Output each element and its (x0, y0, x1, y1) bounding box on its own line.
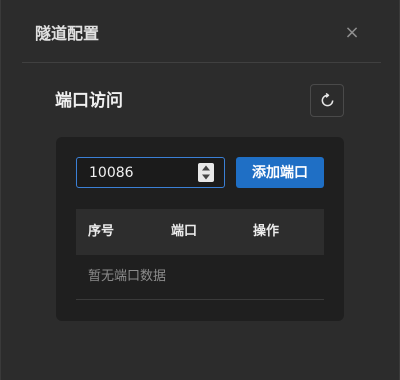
port-panel: 添加端口 序号 端口 操作 暂无端口数据 (56, 137, 344, 321)
port-stepper[interactable] (198, 163, 214, 182)
add-port-button[interactable]: 添加端口 (236, 157, 324, 188)
refresh-icon (321, 93, 334, 107)
tunnel-config-dialog: 隧道配置 × 端口访问 添加端口 序号 端口 操 (0, 0, 400, 380)
table-header: 序号 端口 操作 (76, 209, 324, 255)
dialog-title: 隧道配置 (35, 24, 100, 43)
port-input-wrapper (76, 157, 225, 188)
table-empty-row: 暂无端口数据 (76, 255, 324, 300)
port-input[interactable] (77, 158, 195, 187)
column-header-index: 序号 (88, 224, 115, 239)
column-header-actions: 操作 (253, 224, 280, 239)
close-icon: × (344, 22, 360, 43)
stepper-down-icon[interactable] (201, 173, 211, 181)
refresh-button[interactable] (310, 84, 344, 117)
dialog-header: 隧道配置 × (1, 0, 400, 62)
column-header-port: 端口 (171, 224, 198, 239)
close-button[interactable]: × (344, 22, 360, 43)
section-title: 端口访问 (55, 91, 123, 111)
empty-state-text: 暂无端口数据 (88, 269, 167, 284)
header-divider (22, 62, 381, 63)
stepper-up-icon[interactable] (201, 164, 211, 172)
